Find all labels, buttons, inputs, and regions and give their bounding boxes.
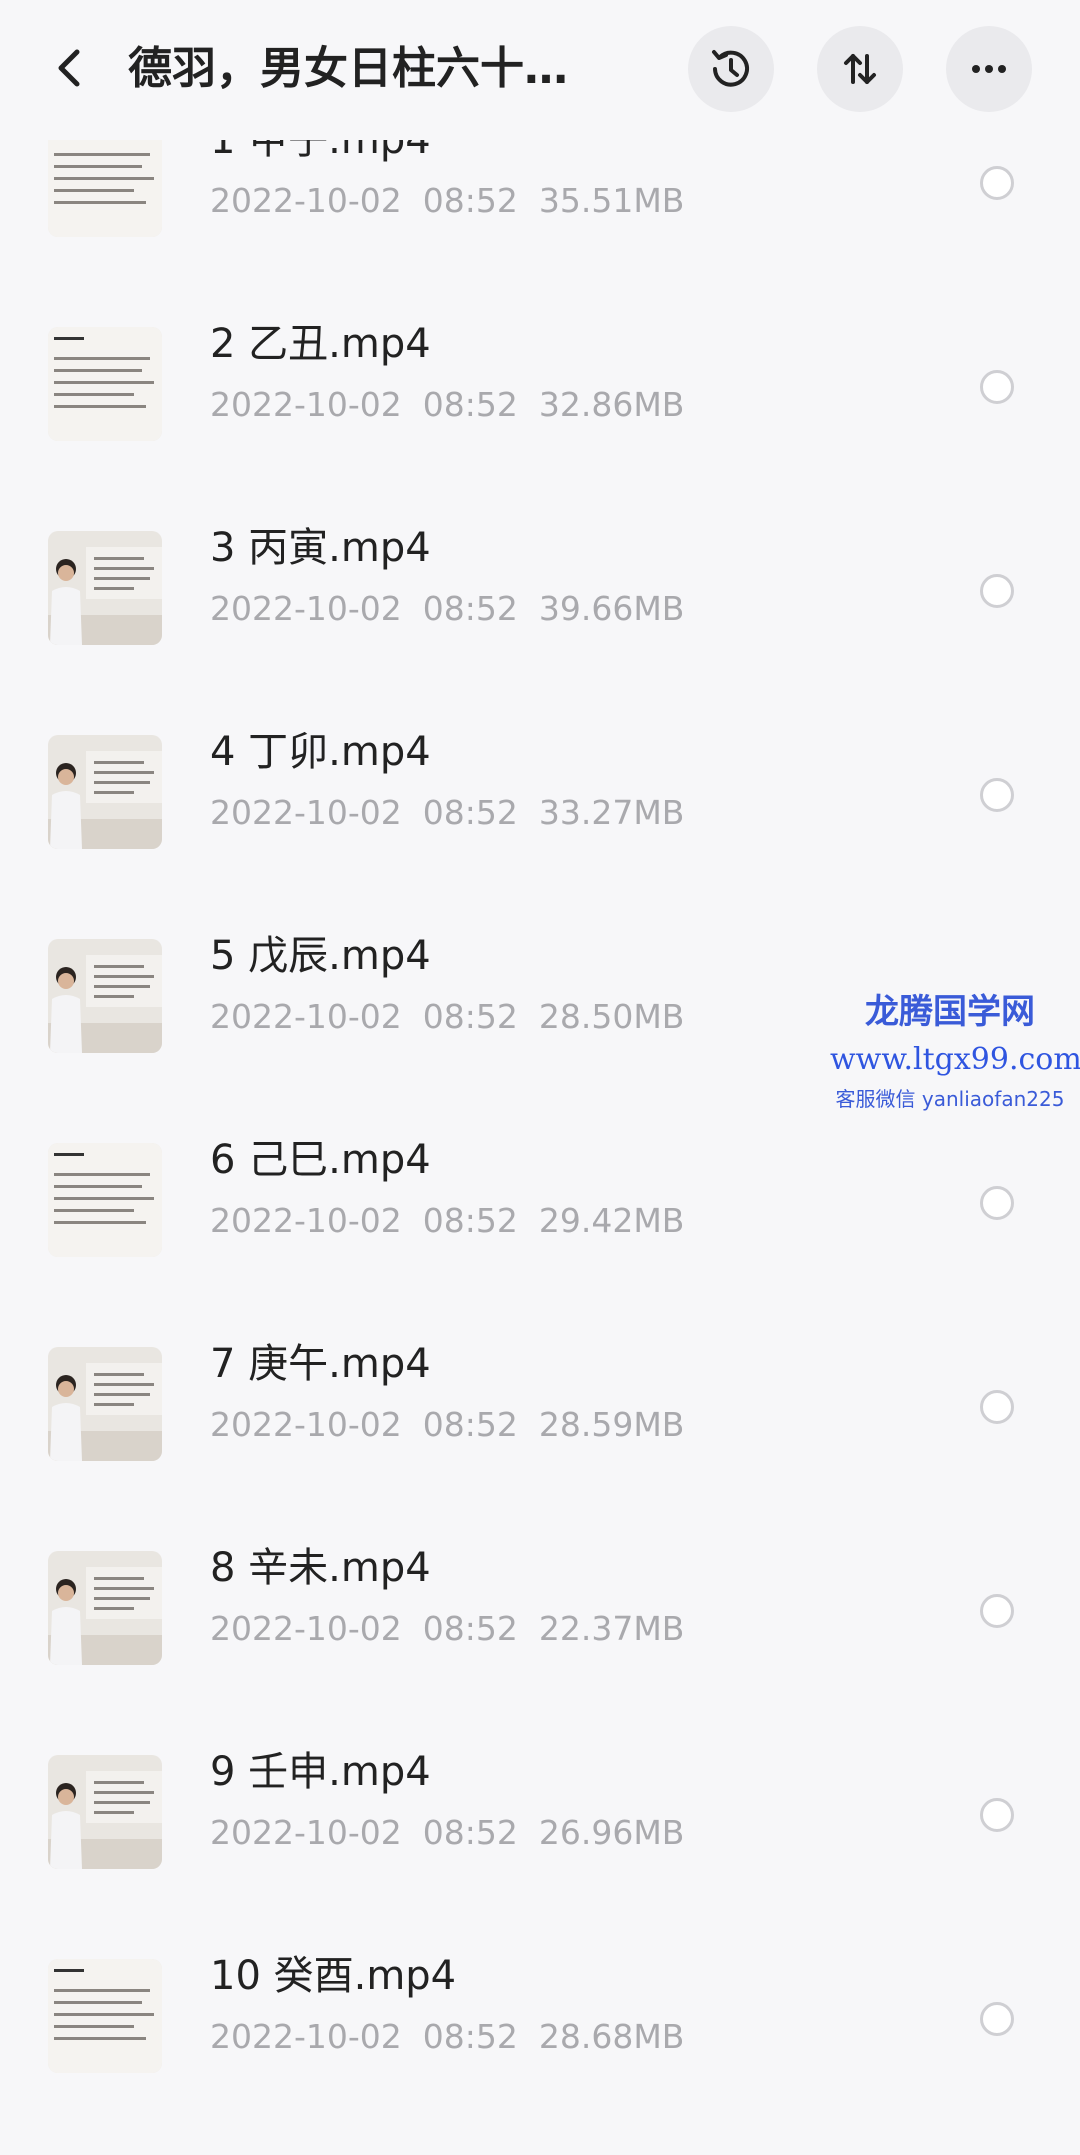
file-meta: 2022-10-02 08:52 33.27MB bbox=[210, 791, 684, 835]
file-date: 2022-10-02 bbox=[210, 1201, 402, 1240]
video-thumbnail bbox=[48, 1959, 162, 2073]
file-meta: 2022-10-02 08:52 28.59MB bbox=[210, 1403, 684, 1447]
more-horizontal-icon bbox=[972, 65, 1006, 73]
file-meta: 2022-10-02 08:52 39.66MB bbox=[210, 587, 684, 631]
file-date: 2022-10-02 bbox=[210, 1405, 402, 1444]
file-meta: 2022-10-02 08:52 29.42MB bbox=[210, 1199, 684, 1243]
watermark-title: 龙腾国学网 bbox=[865, 992, 1035, 1032]
file-date: 2022-10-02 bbox=[210, 1813, 402, 1852]
select-checkbox[interactable] bbox=[980, 778, 1014, 812]
chevron-left-icon bbox=[58, 49, 80, 87]
top-bar: 德羽，男女日柱六十… bbox=[0, 0, 1080, 140]
watermark: 龙腾国学网 www.ltgx99.com 客服微信 yanliaofan225 bbox=[830, 990, 1080, 1114]
file-date: 2022-10-02 bbox=[210, 997, 402, 1036]
select-checkbox[interactable] bbox=[980, 1798, 1014, 1832]
file-date: 2022-10-02 bbox=[210, 2017, 402, 2056]
video-thumbnail bbox=[48, 123, 162, 237]
file-date: 2022-10-02 bbox=[210, 385, 402, 424]
select-checkbox[interactable] bbox=[980, 1594, 1014, 1628]
file-row[interactable]: 1 甲子.mp4 2022-10-02 08:52 35.51MB bbox=[0, 115, 1080, 319]
select-checkbox[interactable] bbox=[980, 370, 1014, 404]
more-button[interactable] bbox=[946, 26, 1032, 112]
file-time: 08:52 bbox=[422, 793, 518, 832]
history-icon bbox=[712, 50, 749, 87]
file-date: 2022-10-02 bbox=[210, 589, 402, 628]
file-time: 08:52 bbox=[422, 589, 518, 628]
watermark-contact: 客服微信 yanliaofan225 bbox=[835, 1087, 1065, 1111]
folder-title: 德羽，男女日柱六十… bbox=[128, 43, 568, 94]
file-time: 08:52 bbox=[422, 1813, 518, 1852]
file-row[interactable]: 8 辛未.mp4 2022-10-02 08:52 22.37MB bbox=[0, 1543, 1080, 1747]
file-date: 2022-10-02 bbox=[210, 181, 402, 220]
file-name: 6 己巳.mp4 bbox=[210, 1137, 431, 1183]
watermark-url: www.ltgx99.com bbox=[830, 1042, 1080, 1077]
file-row[interactable]: 6 己巳.mp4 2022-10-02 08:52 29.42MB bbox=[0, 1135, 1080, 1339]
video-thumbnail bbox=[48, 1551, 162, 1665]
file-size: 28.59MB bbox=[538, 1405, 685, 1444]
file-size: 28.68MB bbox=[538, 2017, 685, 2056]
file-name: 5 戊辰.mp4 bbox=[210, 933, 431, 979]
file-meta: 2022-10-02 08:52 26.96MB bbox=[210, 1811, 684, 1855]
file-row[interactable]: 4 丁卯.mp4 2022-10-02 08:52 33.27MB bbox=[0, 727, 1080, 931]
file-meta: 2022-10-02 08:52 22.37MB bbox=[210, 1607, 684, 1651]
file-time: 08:52 bbox=[422, 181, 518, 220]
file-time: 08:52 bbox=[422, 385, 518, 424]
file-row[interactable]: 2 乙丑.mp4 2022-10-02 08:52 32.86MB bbox=[0, 319, 1080, 523]
file-name: 4 丁卯.mp4 bbox=[210, 729, 431, 775]
file-time: 08:52 bbox=[422, 997, 518, 1036]
file-row[interactable]: 9 壬申.mp4 2022-10-02 08:52 26.96MB bbox=[0, 1747, 1080, 1951]
file-name: 3 丙寅.mp4 bbox=[210, 525, 431, 571]
file-time: 08:52 bbox=[422, 2017, 518, 2056]
video-thumbnail bbox=[48, 1755, 162, 1869]
file-time: 08:52 bbox=[422, 1609, 518, 1648]
sort-button[interactable] bbox=[817, 26, 903, 112]
select-checkbox[interactable] bbox=[980, 166, 1014, 200]
file-size: 22.37MB bbox=[538, 1609, 685, 1648]
back-button[interactable] bbox=[40, 38, 100, 98]
select-checkbox[interactable] bbox=[980, 1390, 1014, 1424]
select-checkbox[interactable] bbox=[980, 574, 1014, 608]
file-meta: 2022-10-02 08:52 28.68MB bbox=[210, 2015, 684, 2059]
file-row[interactable]: 10 癸酉.mp4 2022-10-02 08:52 28.68MB bbox=[0, 1951, 1080, 2155]
file-meta: 2022-10-02 08:52 35.51MB bbox=[210, 179, 684, 223]
file-meta: 2022-10-02 08:52 28.50MB bbox=[210, 995, 684, 1039]
video-thumbnail bbox=[48, 939, 162, 1053]
file-size: 32.86MB bbox=[538, 385, 685, 424]
file-size: 26.96MB bbox=[538, 1813, 685, 1852]
file-name: 10 癸酉.mp4 bbox=[210, 1953, 457, 1999]
file-size: 33.27MB bbox=[538, 793, 685, 832]
file-name: 8 辛未.mp4 bbox=[210, 1545, 431, 1591]
file-row[interactable]: 3 丙寅.mp4 2022-10-02 08:52 39.66MB bbox=[0, 523, 1080, 727]
file-date: 2022-10-02 bbox=[210, 793, 402, 832]
file-size: 29.42MB bbox=[538, 1201, 685, 1240]
file-name: 7 庚午.mp4 bbox=[210, 1341, 431, 1387]
file-time: 08:52 bbox=[422, 1405, 518, 1444]
select-checkbox[interactable] bbox=[980, 1186, 1014, 1220]
select-checkbox[interactable] bbox=[980, 2002, 1014, 2036]
file-name: 9 壬申.mp4 bbox=[210, 1749, 431, 1795]
file-date: 2022-10-02 bbox=[210, 1609, 402, 1648]
video-thumbnail bbox=[48, 1347, 162, 1461]
sort-icon bbox=[844, 54, 876, 84]
video-thumbnail bbox=[48, 327, 162, 441]
file-meta: 2022-10-02 08:52 32.86MB bbox=[210, 383, 684, 427]
file-time: 08:52 bbox=[422, 1201, 518, 1240]
file-size: 39.66MB bbox=[538, 589, 685, 628]
file-size: 28.50MB bbox=[538, 997, 685, 1036]
file-size: 35.51MB bbox=[538, 181, 685, 220]
file-name: 2 乙丑.mp4 bbox=[210, 321, 431, 367]
video-thumbnail bbox=[48, 735, 162, 849]
video-thumbnail bbox=[48, 531, 162, 645]
file-row[interactable]: 7 庚午.mp4 2022-10-02 08:52 28.59MB bbox=[0, 1339, 1080, 1543]
video-thumbnail bbox=[48, 1143, 162, 1257]
history-button[interactable] bbox=[688, 26, 774, 112]
